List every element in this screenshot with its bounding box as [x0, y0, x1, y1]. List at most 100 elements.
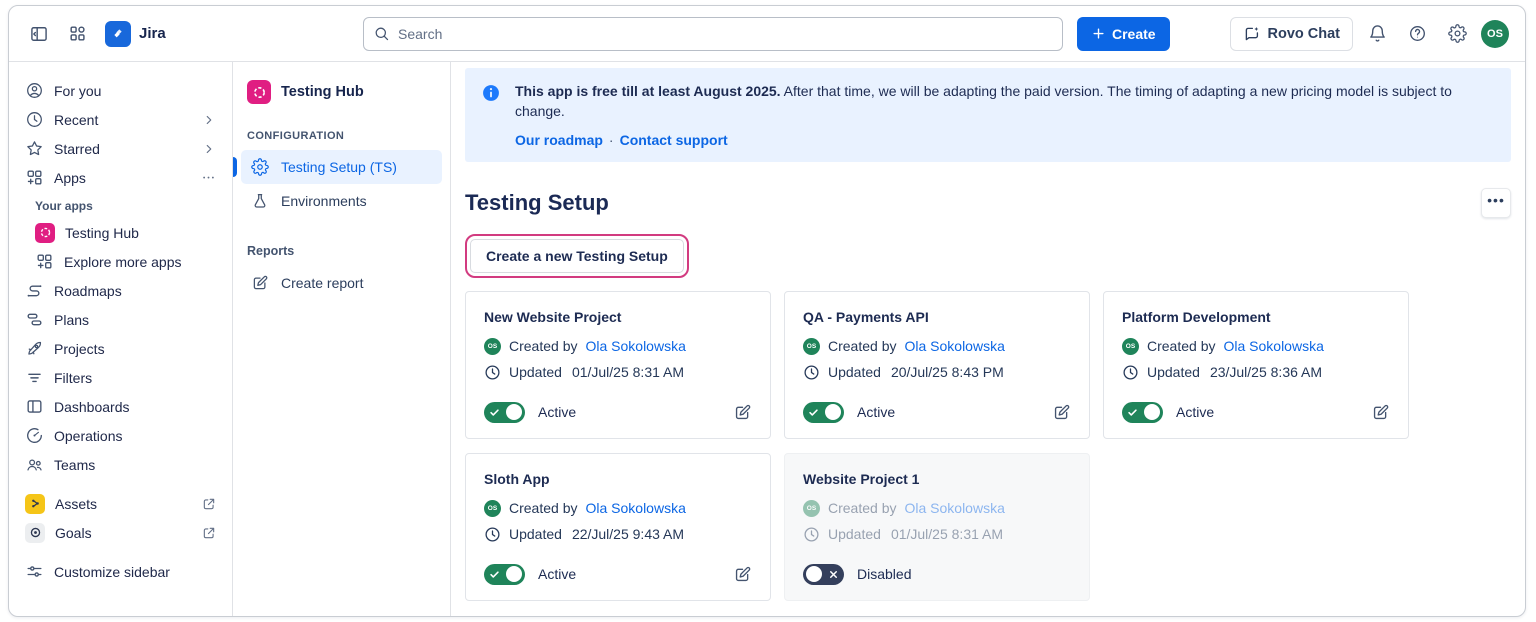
updated-label: Updated	[1147, 364, 1200, 380]
edit-button[interactable]	[1371, 403, 1390, 422]
filters-icon	[25, 368, 44, 387]
sidebar-item-operations[interactable]: Operations	[17, 421, 224, 450]
created-by-row: OS Created by Ola Sokolowska	[484, 338, 752, 355]
created-by-label: Created by	[828, 500, 896, 516]
create-button[interactable]: Create	[1077, 17, 1170, 51]
search-input[interactable]	[363, 17, 1063, 51]
sidebar-item-assets[interactable]: Assets	[17, 489, 224, 518]
sidebar-item-teams[interactable]: Teams	[17, 450, 224, 479]
testing-hub-app-icon	[35, 223, 55, 243]
rovo-chat-icon	[1243, 25, 1261, 43]
check-icon	[489, 568, 500, 583]
info-icon	[481, 83, 501, 148]
create-testing-setup-button[interactable]: Create a new Testing Setup	[470, 239, 684, 273]
sidebar-item-roadmaps[interactable]: Roadmaps	[17, 276, 224, 305]
active-toggle[interactable]	[484, 564, 525, 585]
sidebar-item-for-you[interactable]: For you	[17, 76, 224, 105]
jira-lockup[interactable]: Jira	[105, 21, 166, 47]
sidebar-item-starred[interactable]: Starred	[17, 134, 224, 163]
panel-item-environments[interactable]: Environments	[241, 184, 442, 218]
active-toggle[interactable]	[803, 402, 844, 423]
configuration-section-label: CONFIGURATION	[241, 130, 442, 142]
updated-label: Updated	[509, 526, 562, 542]
apps-grid-icon	[35, 252, 54, 271]
sidebar-item-dashboards[interactable]: Dashboards	[17, 392, 224, 421]
card-title: Platform Development	[1122, 309, 1390, 325]
plus-icon	[1091, 26, 1106, 41]
updated-date: 01/Jul/25 8:31 AM	[572, 364, 684, 380]
author-avatar: OS	[484, 500, 501, 517]
updated-label: Updated	[828, 526, 881, 542]
notifications-button[interactable]	[1361, 18, 1393, 50]
page-more-button[interactable]: •••	[1481, 188, 1511, 218]
app-name: Jira	[139, 25, 166, 42]
highlight-annotation: Create a new Testing Setup	[465, 234, 689, 278]
clock-icon	[25, 110, 44, 129]
panel-item-create-report[interactable]: Create report	[241, 266, 442, 300]
author-link[interactable]: Ola Sokolowska	[904, 500, 1004, 516]
search-icon	[373, 25, 390, 42]
active-toggle[interactable]	[1122, 402, 1163, 423]
updated-row: Updated 01/Jul/25 8:31 AM	[803, 526, 1071, 543]
user-avatar[interactable]: OS	[1481, 20, 1509, 48]
gear-icon	[251, 158, 269, 176]
global-sidebar: For you Recent Starred Apps Your apps Te…	[9, 62, 233, 616]
author-avatar: OS	[484, 338, 501, 355]
edit-button[interactable]	[733, 565, 752, 584]
disabled-toggle[interactable]	[803, 564, 844, 585]
external-link-icon	[202, 526, 216, 540]
create-button-label: Create	[1112, 26, 1156, 42]
created-by-label: Created by	[509, 500, 577, 516]
created-by-row: OS Created by Ola Sokolowska	[803, 500, 1071, 517]
author-avatar: OS	[803, 500, 820, 517]
panel-item-testing-setup[interactable]: Testing Setup (TS)	[241, 150, 442, 184]
updated-date: 20/Jul/25 8:43 PM	[891, 364, 1004, 380]
sidebar-item-explore-more-apps[interactable]: Explore more apps	[17, 247, 224, 276]
dashboards-icon	[25, 397, 44, 416]
setups-grid: New Website Project OS Created by Ola So…	[465, 291, 1511, 601]
operations-icon	[25, 426, 44, 445]
app-switcher-button[interactable]	[61, 18, 93, 50]
sidebar-item-recent[interactable]: Recent	[17, 105, 224, 134]
author-link[interactable]: Ola Sokolowska	[585, 338, 685, 354]
flask-icon	[251, 192, 269, 210]
sidebar-item-plans[interactable]: Plans	[17, 305, 224, 334]
bell-icon	[1368, 24, 1387, 43]
clock-icon	[803, 526, 820, 543]
person-circle-icon	[25, 81, 44, 100]
top-bar: Jira Create Rovo Chat	[9, 6, 1525, 62]
sidebar-item-projects[interactable]: Projects	[17, 334, 224, 363]
author-link[interactable]: Ola Sokolowska	[585, 500, 685, 516]
panel-header: Testing Hub	[241, 80, 442, 104]
sidebar-item-goals[interactable]: Goals	[17, 518, 224, 547]
gear-icon	[1448, 24, 1467, 43]
active-toggle[interactable]	[484, 402, 525, 423]
check-icon	[1127, 406, 1138, 421]
sidebar-item-apps[interactable]: Apps	[17, 163, 224, 192]
edit-button[interactable]	[733, 403, 752, 422]
rovo-chat-label: Rovo Chat	[1268, 26, 1341, 42]
setup-card: QA - Payments API OS Created by Ola Soko…	[784, 291, 1090, 439]
roadmap-link[interactable]: Our roadmap	[515, 132, 603, 148]
sidebar-item-customize[interactable]: Customize sidebar	[17, 557, 224, 586]
author-link[interactable]: Ola Sokolowska	[1223, 338, 1323, 354]
banner-body: This app is free till at least August 20…	[515, 81, 1493, 148]
help-button[interactable]	[1401, 18, 1433, 50]
sidebar-item-testing-hub[interactable]: Testing Hub	[17, 218, 224, 247]
rovo-chat-button[interactable]: Rovo Chat	[1230, 17, 1354, 51]
contact-support-link[interactable]: Contact support	[620, 132, 728, 148]
created-by-label: Created by	[509, 338, 577, 354]
collapse-sidebar-button[interactable]	[23, 18, 55, 50]
author-avatar: OS	[1122, 338, 1139, 355]
panel-item-label: Testing Setup (TS)	[281, 159, 397, 175]
author-link[interactable]: Ola Sokolowska	[904, 338, 1004, 354]
edit-icon	[1371, 403, 1390, 422]
clock-icon	[484, 526, 501, 543]
settings-button[interactable]	[1441, 18, 1473, 50]
edit-button[interactable]	[1052, 403, 1071, 422]
status-label: Disabled	[857, 566, 911, 582]
updated-date: 23/Jul/25 8:36 AM	[1210, 364, 1322, 380]
edit-icon	[733, 403, 752, 422]
panel-item-label: Environments	[281, 193, 367, 209]
sidebar-item-filters[interactable]: Filters	[17, 363, 224, 392]
